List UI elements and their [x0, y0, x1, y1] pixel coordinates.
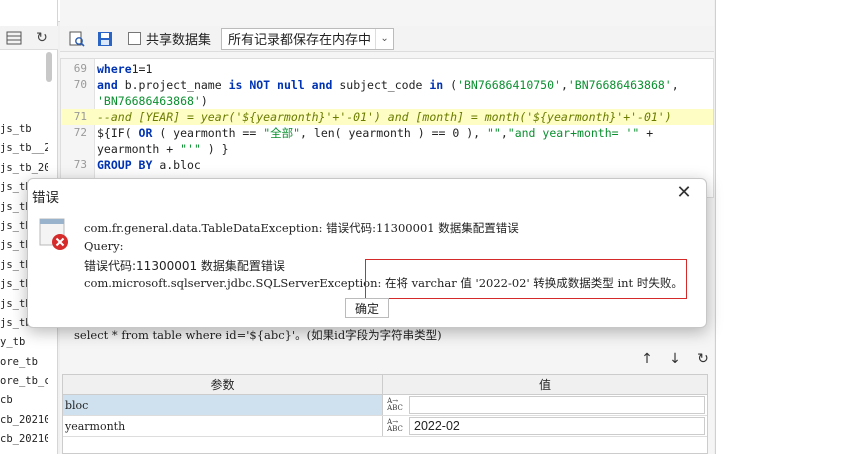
param-row[interactable]: bloc A→ ABC — [63, 395, 707, 416]
code-line: 'BN76686463868') — [61, 93, 713, 109]
preview-icon[interactable] — [66, 28, 88, 50]
tree-item[interactable]: ore_tb_c — [0, 372, 48, 391]
tree-item[interactable]: cb_20210 — [0, 430, 48, 449]
memory-mode-select[interactable]: 所有记录都保存在内存中 ⌄ — [221, 27, 395, 50]
code-line: 72 ${IF( OR ( yearmonth == "全部", len( yea… — [61, 125, 713, 141]
code-text: where1=1 — [97, 62, 153, 76]
string-type-icon[interactable]: A→ ABC — [383, 416, 407, 436]
code-line: 73 GROUP BY a.bloc — [61, 157, 713, 173]
share-dataset-label: 共享数据集 — [146, 33, 212, 48]
code-text: and b.project_name is NOT null and subje… — [97, 78, 679, 92]
refresh-params-icon[interactable]: ↻ — [694, 350, 712, 368]
parameter-table-header: 参数 值 — [63, 375, 707, 395]
save-icon[interactable] — [94, 28, 116, 50]
tree-item[interactable]: js_tb_20 — [0, 159, 48, 178]
tree-item[interactable]: js_tb — [0, 120, 48, 139]
code-text: ${IF( OR ( yearmonth == "全部", len( yearm… — [97, 126, 654, 140]
tree-item[interactable]: ore_tb — [0, 353, 48, 372]
move-down-icon[interactable]: ↓ — [666, 350, 684, 368]
error-line-exception: com.fr.general.data.TableDataException: … — [84, 221, 519, 235]
code-line: 71 --and [YEAR] = year('${yearmonth}'+'-0… — [61, 109, 713, 125]
tree-item[interactable]: y_tb — [0, 333, 48, 352]
error-line-code: 错误代码:11300001 数据集配置错误 — [84, 259, 285, 273]
tree-item[interactable]: cb_20210 — [0, 411, 48, 430]
tree-item[interactable]: cb_20211 — [0, 450, 48, 454]
move-up-icon[interactable]: ↑ — [638, 350, 656, 368]
code-line: yearmonth + "'" ) } — [61, 141, 713, 157]
editor-toolbar: 共享数据集 所有记录都保存在内存中 ⌄ — [60, 26, 714, 52]
dataset-icon[interactable] — [4, 28, 24, 48]
code-line: 70 and b.project_name is NOT null and sub… — [61, 77, 713, 93]
highlight-annotation-box — [365, 259, 687, 299]
memory-mode-value: 所有记录都保存在内存中 — [228, 33, 372, 48]
code-text: GROUP BY a.bloc — [97, 158, 201, 172]
tree-item[interactable]: cb — [0, 391, 48, 410]
code-line: 69 where1=1 — [61, 61, 713, 77]
code-editor[interactable]: 69 where1=1 70 and b.project_name is NOT nu… — [60, 58, 714, 198]
param-value-input[interactable]: 2022-02 — [409, 417, 705, 435]
param-row[interactable]: yearmonth A→ ABC 2022-02 — [63, 416, 707, 437]
code-text: --and [YEAR] = year('${yearmonth}'+'-01'… — [97, 110, 672, 124]
dialog-title: 错误 — [32, 190, 59, 206]
param-value-input[interactable] — [409, 396, 705, 414]
chevron-down-icon: ⌄ — [375, 28, 393, 49]
right-blank-panel — [715, 0, 845, 454]
string-type-icon[interactable]: A→ ABC — [383, 395, 407, 415]
param-value-column-header: 值 — [538, 378, 551, 392]
left-toolbar: ↻ — [0, 26, 58, 50]
line-number: 69 — [73, 62, 87, 75]
param-name: bloc — [63, 395, 383, 415]
error-line-query: Query: — [84, 239, 124, 253]
code-text: 'BN76686463868') — [97, 94, 208, 108]
refresh-icon[interactable]: ↻ — [32, 28, 52, 48]
close-icon[interactable]: ✕ — [674, 183, 694, 203]
sqlserver-exception-class: com.microsoft.sqlserver.jdbc.SQLServerEx… — [84, 276, 382, 290]
ok-button[interactable]: 确定 — [345, 298, 389, 318]
line-number: 73 — [73, 158, 87, 171]
parameter-hint-text: select * from table where id='${abc}'。(如… — [74, 328, 442, 342]
line-number: 71 — [73, 110, 87, 123]
param-name: yearmonth — [63, 416, 383, 436]
error-dialog: 错误 ✕ com.fr.general.data.TableDataExcept… — [27, 178, 707, 328]
param-order-controls: ↑ ↓ ↻ — [638, 350, 712, 368]
param-name-column-header: 参数 — [63, 375, 383, 394]
code-text: yearmonth + "'" ) } — [97, 142, 229, 156]
line-number: 70 — [73, 78, 87, 91]
line-number: 72 — [73, 126, 87, 139]
share-dataset-checkbox[interactable] — [128, 32, 141, 45]
tree-item[interactable]: js_tb__2 — [0, 139, 48, 158]
error-icon — [38, 217, 72, 253]
parameter-table: 参数 值 bloc A→ ABC yearmonth A→ ABC 2022-02 — [62, 374, 708, 454]
